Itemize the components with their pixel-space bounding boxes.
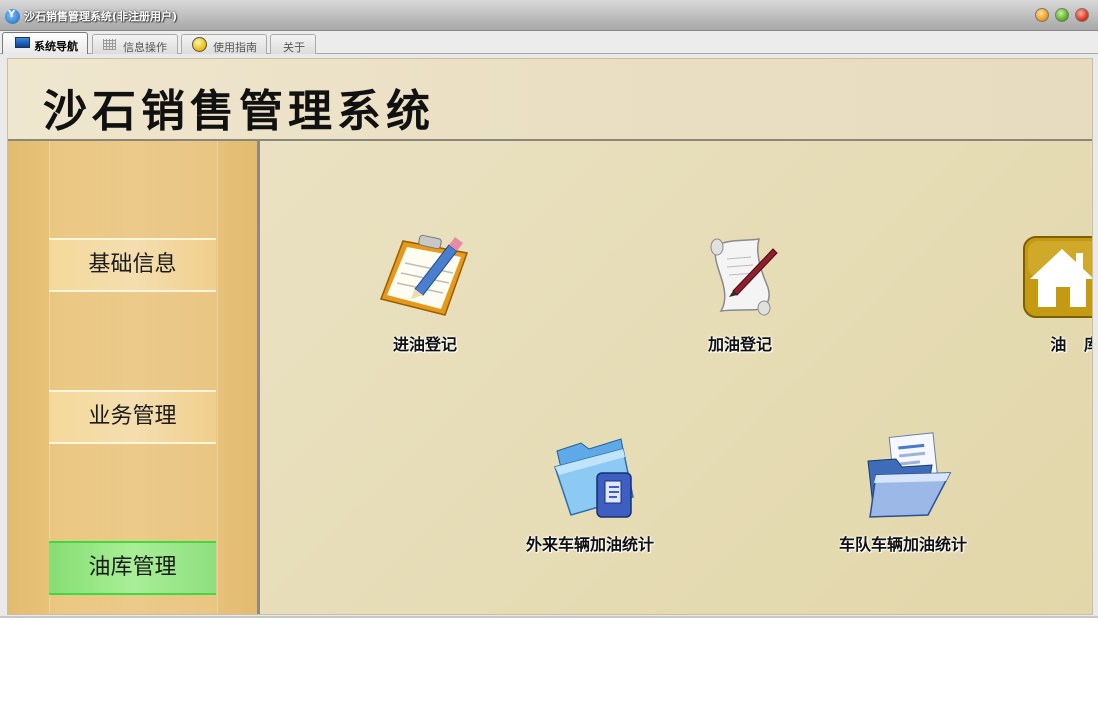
clipboard-pencil-icon bbox=[379, 234, 469, 316]
house-icon bbox=[1023, 236, 1092, 318]
refuel-register-item[interactable]: 加油登记 bbox=[685, 231, 795, 361]
system-title: 沙石销售管理系统 bbox=[43, 86, 435, 137]
grid-icon bbox=[103, 39, 116, 50]
item-label: 加油登记 bbox=[707, 335, 773, 354]
content-panel: 沙石销售管理系统 基础信息 业务管理 油库管理 进油登记 加油登记 油 外来车辆… bbox=[7, 58, 1093, 615]
blue-folder-icon bbox=[554, 438, 634, 518]
header-banner: 沙石销售管理系统 bbox=[8, 59, 1092, 141]
fleet-vehicle-stats-item[interactable]: 车队车辆加油统计 bbox=[828, 431, 978, 561]
nav-oil-depot-mgmt[interactable]: 油库管理 bbox=[49, 541, 216, 595]
item-label: 油 库 存 bbox=[1050, 335, 1092, 354]
tab-user-guide[interactable]: 使用指南 bbox=[181, 34, 267, 54]
app-window: 沙石销售管理系统(非注册用户) 系统导航 信息操作 使用指南 关于 沙石销售管理… bbox=[0, 0, 1098, 618]
nav-basic-info[interactable]: 基础信息 bbox=[49, 238, 216, 292]
tab-label: 信息操作 bbox=[123, 41, 167, 54]
monitor-icon bbox=[15, 37, 30, 48]
tab-label: 系统导航 bbox=[34, 40, 78, 53]
app-logo-icon bbox=[5, 9, 20, 24]
oil-inventory-item[interactable]: 油 库 存 bbox=[1022, 231, 1092, 361]
tab-label: 使用指南 bbox=[213, 41, 257, 54]
minimize-button[interactable] bbox=[1035, 8, 1049, 22]
item-label: 车队车辆加油统计 bbox=[838, 535, 968, 554]
nav-business-mgmt[interactable]: 业务管理 bbox=[49, 390, 216, 444]
tab-system-nav[interactable]: 系统导航 bbox=[2, 32, 88, 54]
tab-strip: 系统导航 信息操作 使用指南 关于 bbox=[0, 31, 1098, 54]
external-vehicle-stats-item[interactable]: 外来车辆加油统计 bbox=[515, 431, 665, 561]
close-button[interactable] bbox=[1075, 8, 1089, 22]
title-bar[interactable]: 沙石销售管理系统(非注册用户) bbox=[0, 0, 1098, 31]
main-panel: 进油登记 加油登记 油 外来车辆加油统计 车队车辆加油统计 bbox=[260, 141, 1092, 614]
tab-info-ops[interactable]: 信息操作 bbox=[92, 34, 178, 54]
help-icon bbox=[192, 37, 207, 52]
tab-label: 关于 bbox=[283, 41, 305, 54]
item-label: 进油登记 bbox=[392, 335, 458, 354]
sidebar: 基础信息 业务管理 油库管理 bbox=[8, 141, 260, 614]
document-folder-icon bbox=[867, 432, 952, 518]
window-title: 沙石销售管理系统(非注册用户) bbox=[24, 10, 178, 23]
item-label: 外来车辆加油统计 bbox=[525, 535, 655, 554]
tab-about[interactable]: 关于 bbox=[270, 34, 316, 54]
oil-intake-item[interactable]: 进油登记 bbox=[370, 231, 480, 361]
maximize-button[interactable] bbox=[1055, 8, 1069, 22]
scroll-pen-icon bbox=[710, 238, 778, 316]
